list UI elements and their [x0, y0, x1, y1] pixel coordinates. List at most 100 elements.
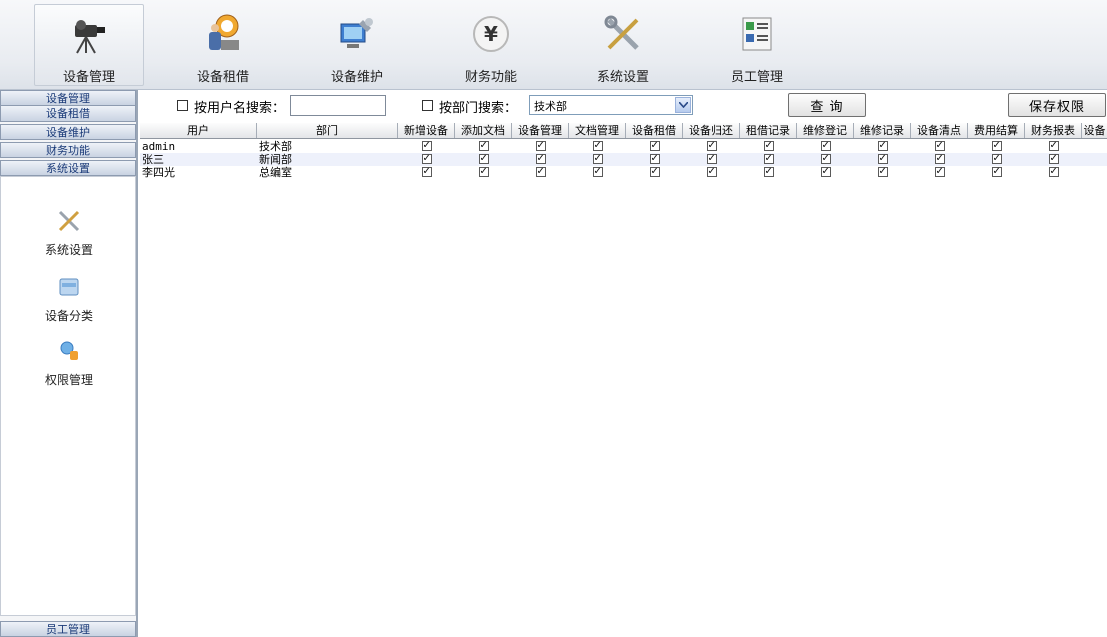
- permission-checkbox[interactable]: [763, 140, 774, 152]
- column-header-perm[interactable]: 费用结算: [968, 123, 1025, 138]
- sidebar-header-equipment-rental[interactable]: 设备租借: [0, 106, 136, 122]
- cell-permission: [512, 140, 569, 153]
- permission-checkbox[interactable]: [991, 140, 1002, 152]
- toolbar-item-finance[interactable]: ¥ 财务功能: [436, 4, 546, 86]
- toolbar-label: 设备维护: [330, 70, 383, 85]
- cell-permission: [398, 153, 455, 166]
- cell-permission: [512, 166, 569, 179]
- permission-checkbox[interactable]: [649, 140, 660, 152]
- toolbar-item-equipment-management[interactable]: 设备管理: [34, 4, 144, 86]
- column-header-perm[interactable]: 设备: [1082, 123, 1107, 138]
- column-header-perm[interactable]: 添加文档: [455, 123, 512, 138]
- sidebar-item-equipment-category[interactable]: 设备分类: [1, 273, 137, 324]
- cell-permission: [569, 140, 626, 153]
- sidebar-header-system-settings[interactable]: 系统设置: [0, 160, 136, 176]
- cell-permission: [398, 166, 455, 179]
- permission-checkbox[interactable]: [592, 153, 603, 165]
- column-header-perm[interactable]: 新增设备: [398, 123, 455, 138]
- permission-checkbox[interactable]: [934, 153, 945, 165]
- toolbar-label: 设备租借: [196, 70, 249, 85]
- column-header-perm[interactable]: 设备归还: [683, 123, 740, 138]
- cell-permission: [455, 140, 512, 153]
- permission-checkbox[interactable]: [877, 166, 888, 178]
- permission-checkbox[interactable]: [991, 166, 1002, 178]
- permission-checkbox[interactable]: [763, 153, 774, 165]
- permission-checkbox[interactable]: [1048, 153, 1059, 165]
- toolbar-label: 财务功能: [464, 70, 517, 85]
- column-header-user[interactable]: 用户: [140, 123, 257, 138]
- table-row[interactable]: 李四光 总编室: [140, 166, 1107, 179]
- sidebar-header-finance[interactable]: 财务功能: [0, 142, 136, 158]
- sidebar-item-permission-management[interactable]: 权限管理: [1, 337, 137, 388]
- permission-checkbox[interactable]: [535, 140, 546, 152]
- cell-permission: [626, 166, 683, 179]
- column-header-perm[interactable]: 设备管理: [512, 123, 569, 138]
- toolbar-item-equipment-maintenance[interactable]: 设备维护: [302, 4, 412, 86]
- cell-permission: [1025, 140, 1082, 153]
- search-by-user-label: 按用户名搜索：: [194, 101, 286, 116]
- permission-checkbox[interactable]: [478, 153, 489, 165]
- query-button[interactable]: 查 询: [788, 93, 866, 117]
- permission-checkbox[interactable]: [535, 166, 546, 178]
- permission-checkbox[interactable]: [649, 166, 660, 178]
- tools-icon: [55, 207, 83, 235]
- permissions-table: 用户 部门 新增设备 添加文档 设备管理 文档管理 设备租借 设备归还 租借记录…: [140, 123, 1107, 637]
- permission-checkbox[interactable]: [1048, 140, 1059, 152]
- sidebar-header-equipment-maintenance[interactable]: 设备维护: [0, 124, 136, 140]
- permission-checkbox[interactable]: [820, 153, 831, 165]
- column-header-perm[interactable]: 租借记录: [740, 123, 797, 138]
- sidebar-panel: 系统设置 设备分类 权限管理: [0, 176, 136, 616]
- permission-checkbox[interactable]: [706, 166, 717, 178]
- cell-permission: [911, 166, 968, 179]
- permission-checkbox[interactable]: [934, 140, 945, 152]
- column-header-perm[interactable]: 设备清点: [911, 123, 968, 138]
- sidebar-header-staff-management[interactable]: 员工管理: [0, 621, 136, 637]
- column-header-perm[interactable]: 文档管理: [569, 123, 626, 138]
- username-search-input[interactable]: [290, 95, 386, 116]
- permission-checkbox[interactable]: [421, 166, 432, 178]
- column-header-dept[interactable]: 部门: [257, 123, 398, 138]
- permission-checkbox[interactable]: [877, 140, 888, 152]
- toolbar-item-equipment-rental[interactable]: 设备租借: [168, 4, 278, 86]
- permission-checkbox[interactable]: [763, 166, 774, 178]
- save-permissions-button[interactable]: 保存权限: [1008, 93, 1106, 117]
- toolbar-item-system-settings[interactable]: 系统设置: [568, 4, 678, 86]
- table-row[interactable]: admin 技术部: [140, 140, 1107, 153]
- permission-checkbox[interactable]: [592, 166, 603, 178]
- sidebar-item-system-settings[interactable]: 系统设置: [1, 207, 137, 258]
- toolbar-label: 员工管理: [730, 70, 783, 85]
- permission-checkbox[interactable]: [649, 153, 660, 165]
- permission-checkbox[interactable]: [478, 166, 489, 178]
- permission-checkbox[interactable]: [706, 153, 717, 165]
- top-toolbar: 设备管理 设备租借 设备维护 ¥ 财务功能 系统设置 员工管理: [0, 0, 1107, 90]
- folder-icon: [55, 273, 83, 301]
- permission-checkbox[interactable]: [706, 140, 717, 152]
- permission-checkbox[interactable]: [934, 166, 945, 178]
- permission-checkbox[interactable]: [877, 153, 888, 165]
- permission-checkbox[interactable]: [820, 140, 831, 152]
- table-row[interactable]: 张三 新闻部: [140, 153, 1107, 166]
- permission-checkbox[interactable]: [478, 140, 489, 152]
- cell-permission: [797, 153, 854, 166]
- permission-checkbox[interactable]: [1048, 166, 1059, 178]
- permission-checkbox[interactable]: [991, 153, 1002, 165]
- permission-checkbox[interactable]: [421, 140, 432, 152]
- column-header-perm[interactable]: 财务报表: [1025, 123, 1082, 138]
- permission-checkbox[interactable]: [820, 166, 831, 178]
- cell-permission: [740, 153, 797, 166]
- sidebar-header-equipment-management[interactable]: 设备管理: [0, 90, 136, 106]
- permission-checkbox[interactable]: [535, 153, 546, 165]
- sidebar: 设备管理 设备租借 设备维护 财务功能 系统设置 系统设置 设备分类 权限管理 …: [0, 90, 138, 637]
- column-header-perm[interactable]: 设备租借: [626, 123, 683, 138]
- column-header-perm[interactable]: 维修登记: [797, 123, 854, 138]
- toolbar-item-staff-management[interactable]: 员工管理: [702, 4, 812, 86]
- department-select[interactable]: 技术部: [529, 95, 693, 115]
- cell-permission: [683, 153, 740, 166]
- permission-checkbox[interactable]: [421, 153, 432, 165]
- chevron-down-icon[interactable]: [675, 97, 691, 113]
- sidebar-item-label: 系统设置: [44, 243, 93, 257]
- search-by-user-checkbox[interactable]: [177, 100, 188, 111]
- search-by-dept-checkbox[interactable]: [422, 100, 433, 111]
- permission-checkbox[interactable]: [592, 140, 603, 152]
- column-header-perm[interactable]: 维修记录: [854, 123, 911, 138]
